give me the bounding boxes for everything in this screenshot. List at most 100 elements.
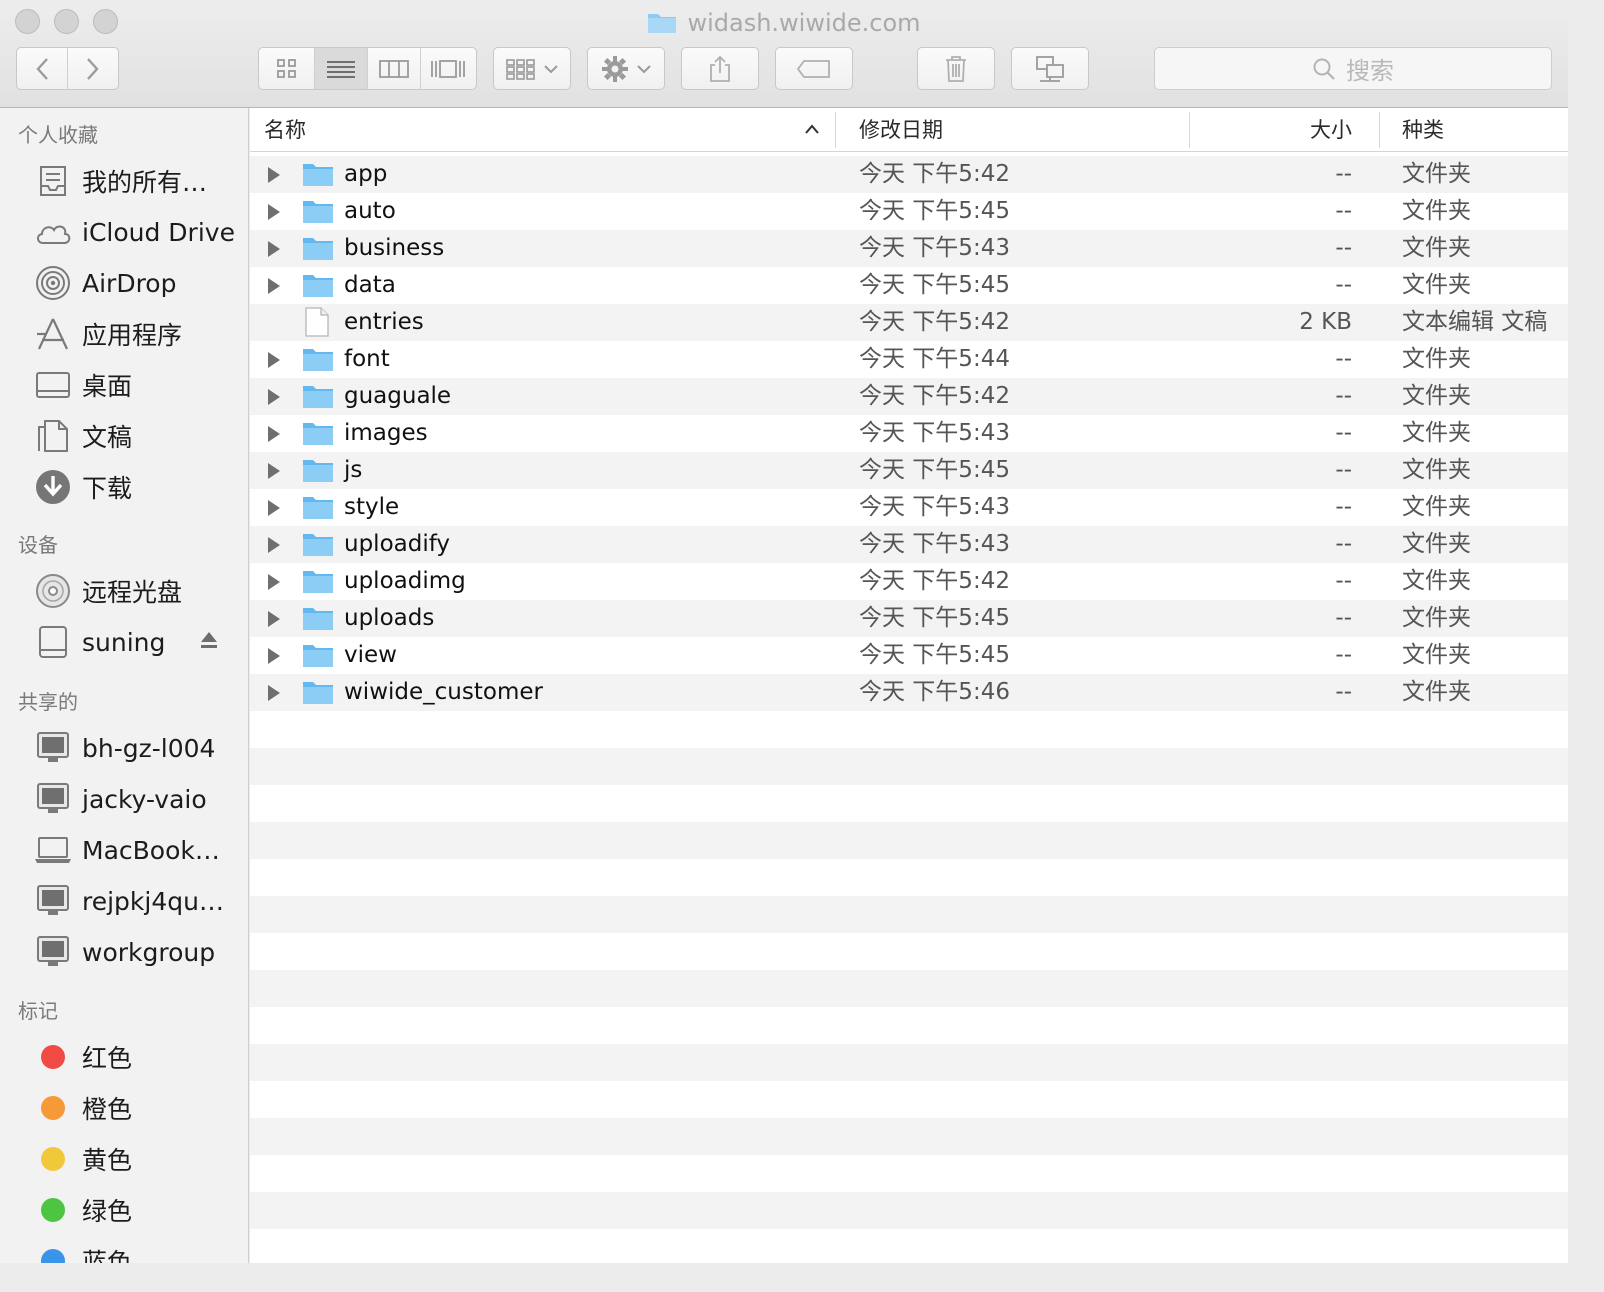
sidebar-item-label: 我的所有… [82, 168, 208, 197]
file-size: -- [1335, 605, 1352, 631]
disclosure-triangle-icon[interactable] [266, 462, 282, 484]
list-view-button[interactable] [315, 48, 368, 89]
tags-heading: 标记 [18, 999, 58, 1023]
tag-blue-dot-wrap [33, 1241, 73, 1263]
table-row[interactable]: wiwide_customer 今天 下午5:46 -- 文件夹 [250, 674, 1568, 711]
trash-button[interactable] [917, 47, 995, 90]
disclosure-triangle-icon[interactable] [266, 166, 282, 188]
file-kind: 文件夹 [1402, 383, 1471, 409]
sidebar-item-macbook[interactable]: MacBook… [0, 827, 248, 873]
empty-row-stripe [250, 933, 1568, 970]
disclosure-triangle-icon[interactable] [266, 351, 282, 373]
sidebar-item-bh-gz-l004[interactable]: bh-gz-l004 [0, 725, 248, 771]
icon-view-button[interactable] [259, 48, 316, 89]
sidebar-item-workgroup[interactable]: workgroup [0, 929, 248, 975]
forward-button[interactable] [68, 48, 119, 89]
disclosure-triangle-icon[interactable] [266, 240, 282, 262]
sidebar-item-desktop[interactable]: 桌面 [0, 362, 248, 408]
file-date: 今天 下午5:45 [859, 605, 1010, 631]
table-row[interactable]: view 今天 下午5:45 -- 文件夹 [250, 637, 1568, 674]
column-date-header[interactable]: 修改日期 [859, 108, 943, 152]
table-row[interactable]: style 今天 下午5:43 -- 文件夹 [250, 489, 1568, 526]
disclosure-triangle-icon[interactable] [266, 203, 282, 225]
empty-row-stripe [250, 748, 1568, 785]
folder-icon [302, 420, 334, 450]
table-row[interactable]: entries 今天 下午5:42 2 KB 文本编辑 文稿 [250, 304, 1568, 341]
tag-yellow-dot-wrap [33, 1139, 73, 1179]
table-row[interactable]: font 今天 下午5:44 -- 文件夹 [250, 341, 1568, 378]
table-row[interactable]: guaguale 今天 下午5:42 -- 文件夹 [250, 378, 1568, 415]
disclosure-triangle-icon[interactable] [266, 684, 282, 706]
table-row[interactable]: uploadify 今天 下午5:43 -- 文件夹 [250, 526, 1568, 563]
share-button[interactable] [681, 47, 759, 90]
column-kind-header[interactable]: 种类 [1402, 108, 1444, 152]
monitor-icon [33, 932, 73, 972]
sidebar-item-label: 绿色 [82, 1197, 133, 1226]
sidebar-item-airdrop[interactable]: AirDrop [0, 260, 248, 306]
cover-flow-view-button[interactable] [421, 48, 476, 89]
disclosure-triangle-icon[interactable] [266, 536, 282, 558]
file-name: app [344, 161, 388, 187]
folder-icon [302, 457, 334, 487]
disclosure-triangle-icon[interactable] [266, 647, 282, 669]
table-row[interactable]: images 今天 下午5:43 -- 文件夹 [250, 415, 1568, 452]
table-row[interactable]: uploads 今天 下午5:45 -- 文件夹 [250, 600, 1568, 637]
desktop-icon [33, 365, 73, 405]
tag-orange-dot-wrap [33, 1088, 73, 1128]
sidebar-item-downloads[interactable]: 下载 [0, 464, 248, 510]
column-view-button[interactable] [368, 48, 421, 89]
column-size-header[interactable]: 大小 [1310, 108, 1352, 152]
arrange-button[interactable] [493, 47, 571, 90]
action-button[interactable] [587, 47, 665, 90]
sidebar-item-documents[interactable]: 文稿 [0, 413, 248, 459]
tag-button[interactable] [775, 47, 853, 90]
sidebar-tag-blue[interactable]: 蓝色 [0, 1238, 248, 1263]
sidebar-item-jacky-vaio[interactable]: jacky-vaio [0, 776, 248, 822]
disclosure-triangle-icon[interactable] [266, 277, 282, 299]
all-files-icon [33, 161, 73, 201]
column-separator[interactable] [1379, 112, 1380, 148]
table-row[interactable]: business 今天 下午5:43 -- 文件夹 [250, 230, 1568, 267]
search-field[interactable]: 搜索 [1154, 47, 1552, 90]
disclosure-triangle-icon[interactable] [266, 388, 282, 410]
sidebar-item-label: rejpkj4qu… [82, 886, 224, 916]
tag-color-dot [41, 1249, 65, 1263]
sidebar-item-rejpkj4qu[interactable]: rejpkj4qu… [0, 878, 248, 924]
sidebar-item-label: suning [82, 627, 166, 657]
sidebar-tag-green[interactable]: 绿色 [0, 1187, 248, 1233]
sidebar-tag-orange[interactable]: 橙色 [0, 1085, 248, 1131]
table-row[interactable]: auto 今天 下午5:45 -- 文件夹 [250, 193, 1568, 230]
table-row[interactable]: app 今天 下午5:42 -- 文件夹 [250, 156, 1568, 193]
sidebar: 个人收藏 我的所有… iCloud Drive AirDrop 应用程序 桌面 … [0, 108, 249, 1263]
disclosure-triangle-icon[interactable] [266, 573, 282, 595]
disclosure-triangle-icon[interactable] [266, 610, 282, 632]
sidebar-item-all-files[interactable]: 我的所有… [0, 158, 248, 204]
table-row[interactable]: data 今天 下午5:45 -- 文件夹 [250, 267, 1568, 304]
table-row[interactable]: uploadimg 今天 下午5:42 -- 文件夹 [250, 563, 1568, 600]
file-date: 今天 下午5:42 [859, 161, 1010, 187]
sidebar-item-remote-disc[interactable]: 远程光盘 [0, 568, 248, 614]
folder-icon [302, 568, 334, 598]
sidebar-tag-red[interactable]: 红色 [0, 1034, 248, 1080]
sidebar-item-applications[interactable]: 应用程序 [0, 311, 248, 357]
file-name: wiwide_customer [344, 679, 543, 705]
sidebar-tag-yellow[interactable]: 黄色 [0, 1136, 248, 1182]
disclosure-triangle-icon[interactable] [266, 425, 282, 447]
view-mode-control [258, 47, 477, 90]
sidebar-item-icloud-drive[interactable]: iCloud Drive [0, 209, 248, 255]
disclosure-triangle-icon[interactable] [266, 499, 282, 521]
folder-icon [302, 679, 334, 709]
folder-icon [302, 531, 334, 561]
column-name-header[interactable]: 名称 [264, 108, 306, 152]
eject-icon[interactable] [199, 630, 219, 654]
column-separator[interactable] [835, 112, 836, 148]
column-separator[interactable] [1189, 112, 1190, 148]
file-size: -- [1335, 161, 1352, 187]
file-date: 今天 下午5:43 [859, 235, 1010, 261]
folder-icon [302, 494, 334, 524]
table-row[interactable]: js 今天 下午5:45 -- 文件夹 [250, 452, 1568, 489]
back-button[interactable] [17, 48, 68, 89]
sidebar-item-suning[interactable]: suning [0, 619, 248, 665]
empty-row-stripe [250, 859, 1568, 896]
connect-server-button[interactable] [1011, 47, 1089, 90]
